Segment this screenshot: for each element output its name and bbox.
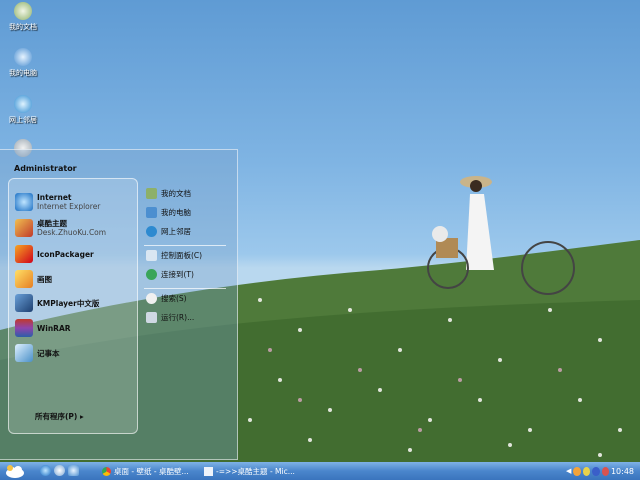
desktop-icon-my-computer[interactable]: 我的电脑 [4, 48, 42, 78]
menu-item-label: 搜索(S) [161, 294, 187, 303]
desktop-icon-label: 我的电脑 [9, 69, 37, 77]
program-paint[interactable]: 画图 [15, 268, 52, 290]
program-internet[interactable]: Internet Internet Explorer [15, 191, 100, 213]
taskbar-button-theme[interactable]: -=>>桌酷主题 - Mic... [200, 464, 298, 478]
program-kmplayer[interactable]: KMPlayer中文版 [15, 292, 99, 314]
menu-item-label: 我的文档 [161, 189, 191, 198]
menu-item-run[interactable]: 运行(R)... [146, 312, 194, 323]
clock[interactable]: 10:48 [611, 467, 634, 476]
menu-item-control-panel[interactable]: 控制面板(C) [146, 250, 202, 261]
taskbar: 桌面 - 壁纸 - 桌酷壁... -=>>桌酷主题 - Mic... ◀ 10:… [0, 462, 640, 480]
program-subtitle: Internet Explorer [37, 202, 101, 211]
menu-separator [144, 288, 226, 289]
program-title: WinRAR [37, 323, 71, 333]
program-title: Internet [37, 193, 72, 202]
desktop-icon-network[interactable]: 网上邻居 [4, 95, 42, 125]
quicklaunch-media-icon[interactable] [54, 465, 65, 476]
chrome-icon [102, 466, 111, 476]
program-notepad[interactable]: 记事本 [15, 342, 60, 364]
taskbar-button-wallpaper[interactable]: 桌面 - 壁纸 - 桌酷壁... [98, 464, 196, 478]
all-programs-label: 所有程序(P) [35, 412, 78, 421]
search-icon [146, 293, 157, 304]
menu-item-label: 网上邻居 [161, 227, 191, 236]
menu-item-label: 控制面板(C) [161, 251, 203, 260]
start-menu-username: Administrator [14, 164, 77, 173]
computer-icon [146, 207, 157, 218]
tray-security-icon[interactable] [601, 466, 609, 476]
network-icon [146, 226, 157, 237]
program-title: 画图 [37, 274, 52, 284]
documents-icon [146, 188, 157, 199]
start-menu: Administrator Internet Internet Explorer… [0, 149, 238, 460]
network-icon [14, 95, 32, 113]
start-cloud-icon [6, 465, 24, 478]
menu-item-my-documents[interactable]: 我的文档 [146, 188, 191, 199]
winrar-icon [15, 319, 33, 337]
tray-qq-icon[interactable] [573, 466, 581, 476]
taskbar-button-label: 桌面 - 壁纸 - 桌酷壁... [114, 466, 189, 476]
program-title: IconPackager [37, 249, 94, 259]
menu-separator [144, 245, 226, 246]
kmplayer-icon [15, 294, 33, 312]
menu-item-label: 连接到(T) [161, 270, 194, 279]
program-zhuoku-theme[interactable]: 桌酷主题 Desk.ZhuoKu.Com [15, 217, 106, 239]
desktop-icon-label: 我的文档 [9, 23, 37, 31]
program-subtitle: Desk.ZhuoKu.Com [37, 228, 107, 237]
program-title: 桌酷主题 [37, 219, 67, 228]
quicklaunch-ie-icon[interactable] [40, 465, 51, 476]
program-title: KMPlayer中文版 [37, 298, 100, 308]
control-panel-icon [146, 250, 157, 261]
quicklaunch-desktop-icon[interactable] [68, 465, 79, 476]
menu-item-network[interactable]: 网上邻居 [146, 226, 191, 237]
program-iconpackager[interactable]: IconPackager [15, 243, 94, 265]
chevron-right-icon: ▸ [79, 412, 84, 421]
internet-explorer-icon [15, 193, 33, 211]
desktop-icon-my-documents[interactable]: 我的文档 [4, 2, 42, 32]
all-programs-button[interactable]: 所有程序(P) ▸ [35, 411, 84, 422]
program-title: 记事本 [37, 348, 60, 358]
desktop-icon-label: 网上邻居 [9, 116, 37, 124]
paint-icon [15, 270, 33, 288]
start-button[interactable] [4, 463, 26, 479]
window-icon [204, 466, 213, 476]
tray-expand-icon[interactable]: ◀ [566, 467, 571, 475]
menu-item-label: 我的电脑 [161, 208, 191, 217]
connect-icon [146, 269, 157, 280]
computer-icon [14, 48, 32, 66]
documents-icon [14, 2, 32, 20]
menu-item-connect[interactable]: 连接到(T) [146, 269, 194, 280]
menu-item-label: 运行(R)... [161, 313, 195, 322]
menu-item-search[interactable]: 搜索(S) [146, 293, 187, 304]
run-icon [146, 312, 157, 323]
tray-volume-icon[interactable] [582, 466, 591, 476]
system-tray: ◀ 10:48 [562, 463, 640, 479]
iconpackager-icon [15, 245, 33, 263]
notepad-icon [15, 344, 33, 362]
menu-item-my-computer[interactable]: 我的电脑 [146, 207, 191, 218]
tray-network-icon[interactable] [592, 466, 600, 476]
start-menu-programs-panel: Internet Internet Explorer 桌酷主题 Desk.Zhu… [8, 178, 138, 434]
theme-app-icon [15, 219, 33, 237]
taskbar-button-label: -=>>桌酷主题 - Mic... [216, 466, 295, 476]
program-winrar[interactable]: WinRAR [15, 317, 71, 339]
